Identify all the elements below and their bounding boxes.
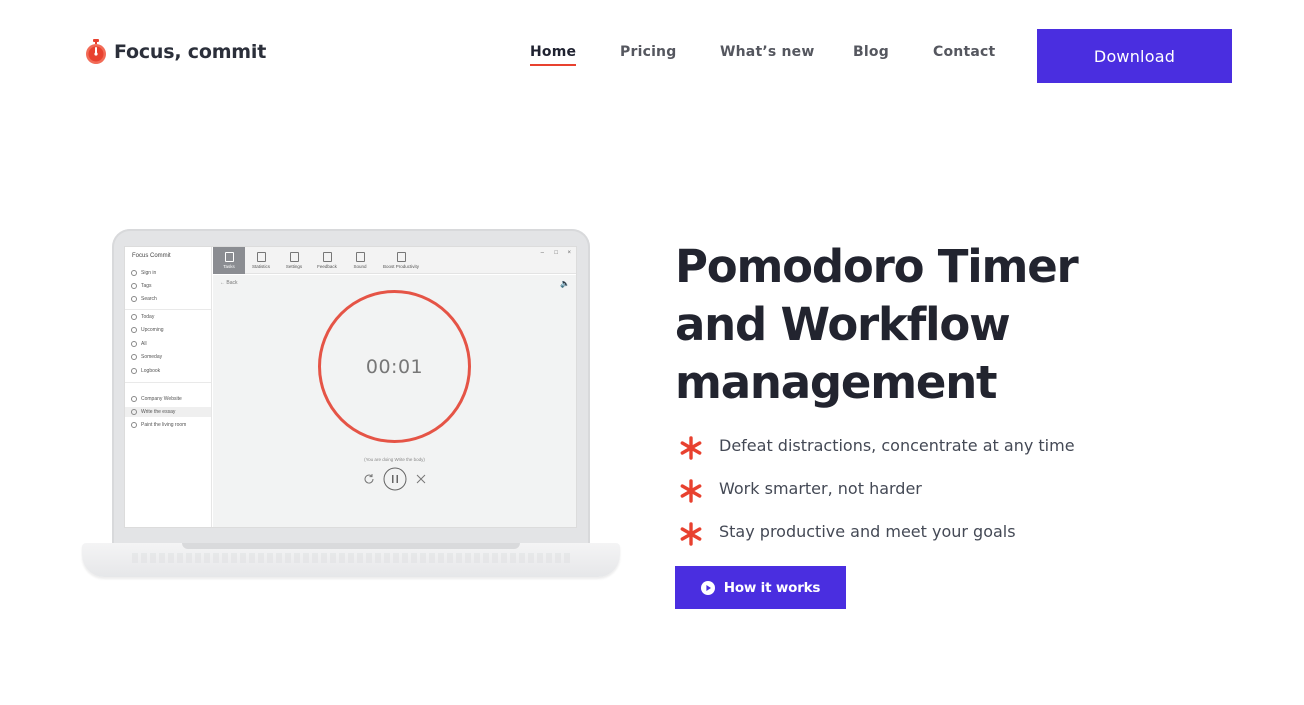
nav-item-home[interactable]: Home (530, 44, 577, 66)
asterisk-icon (680, 479, 702, 503)
laptop-base (82, 543, 620, 577)
app-tool: Tasks (213, 247, 245, 274)
feedback-icon (322, 252, 332, 262)
brand-logo[interactable]: Focus, commit (84, 38, 266, 66)
project-icon (131, 422, 137, 428)
stopwatch-icon (86, 39, 106, 64)
hero-title-line: Pomodoro Timer (675, 240, 1079, 293)
asterisk-icon (680, 522, 702, 546)
timer-ring: 00:01 (318, 290, 471, 443)
calendar-icon (396, 252, 406, 262)
maximize-icon: □ (554, 250, 558, 256)
app-sidebar-item: Tags (131, 281, 152, 291)
calendar-icon (131, 327, 137, 333)
back-link: ← Back (220, 280, 238, 286)
timer-display: 00:01 (365, 355, 424, 378)
nav-item-whats-new[interactable]: What’s new (720, 44, 814, 60)
app-title: Focus Commit (132, 253, 171, 259)
search-icon (131, 296, 137, 302)
feature-item: Work smarter, not harder (678, 477, 1075, 520)
app-screenshot-laptop: Focus Commit Sign in Tags Search Today U… (82, 229, 620, 579)
chart-icon (256, 252, 266, 262)
stop-icon (416, 474, 426, 484)
settings-icon (289, 252, 299, 262)
sun-icon (131, 314, 137, 320)
asterisk-icon (680, 436, 702, 460)
play-circle-icon (700, 580, 715, 595)
book-icon (131, 368, 137, 374)
hero-title: Pomodoro Timer and Workflow management (675, 238, 1135, 412)
pause-icon (383, 467, 407, 491)
stack-icon (131, 341, 137, 347)
divider (125, 309, 211, 310)
app-sidebar-item: Logbook (131, 366, 160, 376)
app-sidebar-item: Company Website (131, 394, 182, 404)
close-icon: × (567, 250, 571, 256)
app-screen: Focus Commit Sign in Tags Search Today U… (124, 246, 577, 528)
feature-item: Stay productive and meet your goals (678, 520, 1075, 563)
app-sidebar-item: Write the essay (125, 407, 211, 417)
cloud-icon (131, 354, 137, 360)
app-tool: Settings (278, 247, 310, 274)
app-toolbar: Tasks Statistics Settings Feedback Sound… (213, 247, 576, 274)
app-sidebar-item: Search (131, 294, 157, 304)
app-sidebar-item: Today (131, 312, 154, 322)
sound-icon (355, 252, 365, 262)
tag-icon (131, 283, 137, 289)
restart-icon (364, 474, 374, 484)
how-it-works-button[interactable]: How it works (675, 566, 846, 609)
nav-item-blog[interactable]: Blog (853, 44, 889, 60)
download-button[interactable]: Download (1037, 29, 1232, 83)
app-tool: Sound (344, 247, 376, 274)
user-icon (131, 270, 137, 276)
timer-controls (363, 467, 427, 491)
nav-item-pricing[interactable]: Pricing (620, 44, 676, 60)
app-sidebar-item: Sign in (131, 268, 156, 278)
app-sidebar: Focus Commit Sign in Tags Search Today U… (125, 247, 212, 527)
app-sidebar-item: Upcoming (131, 325, 164, 335)
app-sidebar-item: Someday (131, 352, 162, 362)
how-it-works-label: How it works (723, 579, 821, 596)
nav-item-contact[interactable]: Contact (933, 44, 995, 60)
app-tool: Feedback (311, 247, 343, 274)
app-tool: Statistics (245, 247, 277, 274)
brand-name: Focus, commit (114, 41, 267, 63)
clipboard-icon (224, 252, 234, 262)
project-icon (131, 396, 137, 402)
hero-title-line: management (675, 356, 998, 409)
app-sidebar-item: All (131, 339, 147, 349)
hero-title-line: and Workflow (675, 298, 1011, 351)
app-sidebar-item: Paint the living room (131, 420, 186, 430)
volume-icon: 🔈 (560, 279, 570, 288)
app-tool: Boost Productivity (378, 247, 424, 274)
current-task-text: (You are doing Write the body) (364, 457, 425, 462)
app-timer-view: ← Back 🔈 00:01 (You are doing Write the … (213, 275, 576, 527)
feature-list: Defeat distractions, concentrate at any … (678, 434, 1075, 563)
divider (125, 382, 211, 383)
minimize-icon: – (540, 250, 544, 256)
project-icon (131, 409, 137, 415)
feature-item: Defeat distractions, concentrate at any … (678, 434, 1075, 477)
